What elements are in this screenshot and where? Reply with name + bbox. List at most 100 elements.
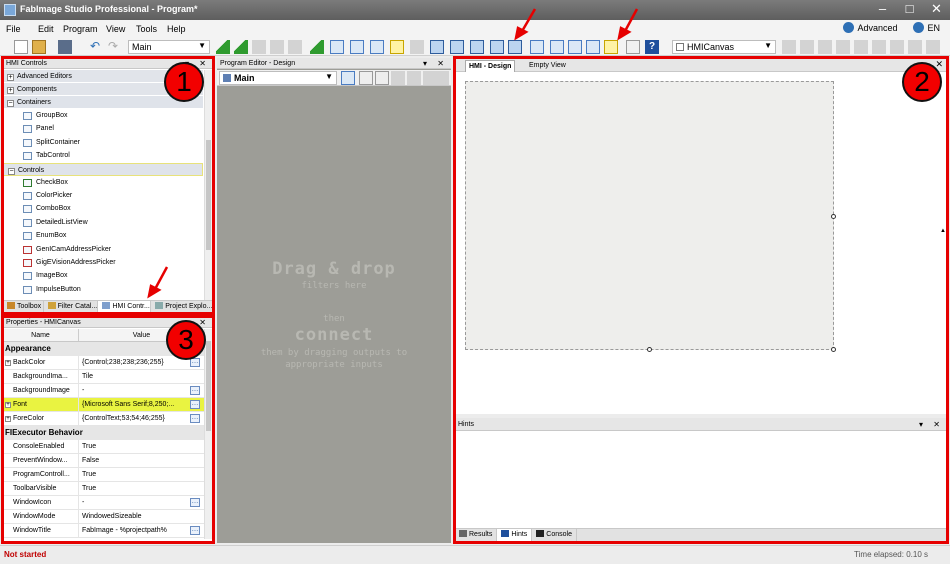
arrow-up-icon[interactable] [423,71,437,85]
control-enumbox[interactable]: EnumBox [3,229,203,242]
property-forecolor[interactable]: + ForeColor {ControlText;53;54;46;255}… [3,412,204,426]
step-in-icon[interactable] [370,40,384,54]
control-panel[interactable]: Panel [3,122,203,135]
step-back-icon[interactable] [288,40,302,54]
resize-handle-right[interactable] [831,214,836,219]
align-left-icon[interactable] [782,40,796,54]
property-value[interactable]: WindowedSizeable [79,510,204,523]
close-button[interactable]: ✕ [923,0,950,20]
wand-icon[interactable] [390,40,404,54]
expand-icon[interactable]: + [5,416,11,422]
tab-empty-view[interactable]: Empty View [526,60,569,71]
redo-icon[interactable]: ↷ [106,40,120,54]
control-genicam-address-picker[interactable]: GenICamAddressPicker [3,243,203,256]
align-middle-icon[interactable] [854,40,868,54]
panel-controls[interactable]: ▾ ✕ [919,418,944,431]
tab-results[interactable]: Results [455,529,498,541]
menu-help[interactable]: Help [167,24,186,34]
layout-split-h-icon[interactable] [550,40,564,54]
menu-view[interactable]: View [106,24,125,34]
menu-tools[interactable]: Tools [136,24,157,34]
minimize-button[interactable]: – [869,0,896,20]
property-consoleenabled[interactable]: ConsoleEnabled True [3,440,204,454]
property-value[interactable]: False [79,454,204,467]
arrow-right-icon[interactable] [407,71,421,85]
menu-program[interactable]: Program [63,24,98,34]
step-icon[interactable] [310,40,324,54]
property-windowicon[interactable]: WindowIcon -… [3,496,204,510]
category-controls[interactable]: − Controls [3,162,203,176]
control-colorpicker[interactable]: ColorPicker [3,189,203,202]
ellipsis-button[interactable]: … [190,414,200,423]
ellipsis-button[interactable]: … [190,526,200,535]
properties-scrollbar[interactable] [204,329,212,539]
open-folder-icon[interactable] [32,40,46,54]
hmi-controls-scrollbar[interactable] [204,70,212,300]
tab-hmi-design[interactable]: HMI - Design [465,60,516,72]
hmi-canvas[interactable] [465,81,834,350]
scrollbar-thumb[interactable] [206,140,211,250]
property-backcolor[interactable]: + BackColor {Control;238;238;236;255}… [3,356,204,370]
distribute-h-icon[interactable] [890,40,904,54]
save-icon[interactable] [58,40,72,54]
new-file-icon[interactable] [14,40,28,54]
control-combobox[interactable]: ComboBox [3,202,203,215]
language-button[interactable]: EN [913,22,940,33]
ellipsis-button[interactable]: … [190,386,200,395]
align-top-icon[interactable] [836,40,850,54]
help-icon[interactable]: ? [645,40,659,54]
expand-icon[interactable]: + [5,402,11,408]
resize-handle-bottom[interactable] [647,347,652,352]
resize-handle-corner[interactable] [831,347,836,352]
run-icon[interactable] [216,40,230,54]
property-programcontrol[interactable]: ProgramControll... True [3,468,204,482]
swap-icon[interactable] [341,71,355,85]
send-back-icon[interactable] [490,40,504,54]
panel-controls[interactable]: ▾ ✕ [423,58,448,69]
ellipsis-button[interactable]: … [190,358,200,367]
property-value[interactable]: True [79,482,204,495]
hmi-design-scrollbar[interactable]: ▲ [939,72,947,414]
control-splitcontainer[interactable]: SplitContainer [3,136,203,149]
same-size-icon[interactable] [926,40,940,54]
pause-icon[interactable] [252,40,266,54]
hmi-editor-icon[interactable] [604,40,618,54]
collapse-icon[interactable]: − [7,100,14,107]
scroll-arrow-icon[interactable]: ▲ [940,228,946,234]
scrollbar-thumb[interactable] [206,341,211,431]
menu-edit[interactable]: Edit [38,24,54,34]
property-backgroundimagelayout[interactable]: BackgroundIma... Tile [3,370,204,384]
search-icon[interactable] [375,71,389,85]
tab-toolbox[interactable]: Toolbox [3,301,44,313]
align-center-icon[interactable] [800,40,814,54]
bring-front-icon[interactable] [430,40,444,54]
property-value[interactable]: True [79,440,204,453]
property-value[interactable]: - [79,384,204,397]
iterate-icon[interactable] [234,40,248,54]
layout-single-icon[interactable] [530,40,544,54]
menu-file[interactable]: File [6,24,21,34]
property-font[interactable]: + Font {Microsoft Sans Serif;8,250;...… [3,398,204,412]
property-value[interactable]: {ControlText;53;54;46;255} [79,412,204,425]
control-checkbox[interactable]: CheckBox [3,176,203,189]
hmi-layer-icon[interactable] [508,40,522,54]
step-out-icon[interactable] [350,40,364,54]
layout-split-3-icon[interactable] [568,40,582,54]
control-gigevision-address-picker[interactable]: GigEVisionAddressPicker [3,256,203,269]
tab-project-explorer[interactable]: Project Explo... [151,301,213,313]
property-value[interactable]: - [79,496,204,509]
bring-forward-icon[interactable] [450,40,464,54]
control-tabcontrol[interactable]: TabControl [3,149,203,162]
property-value[interactable]: {Microsoft Sans Serif;8,250;... [79,398,204,411]
ellipsis-button[interactable]: … [190,498,200,507]
program-editor-canvas[interactable]: Drag & drop filters here then connect th… [217,87,451,543]
group-fiexecutor-behavior[interactable]: FIExecutor Behavior [3,426,204,440]
advanced-mode-button[interactable]: Advanced [843,22,897,33]
tab-hints[interactable]: Hints [497,529,533,541]
property-windowtitle[interactable]: WindowTitle FabImage - %projectpath%… [3,524,204,538]
send-backward-icon[interactable] [470,40,484,54]
expand-icon[interactable]: + [7,74,14,81]
property-value[interactable]: Tile [79,370,204,383]
control-impulsebutton[interactable]: ImpulseButton [3,283,203,296]
layout-split-v-icon[interactable] [586,40,600,54]
